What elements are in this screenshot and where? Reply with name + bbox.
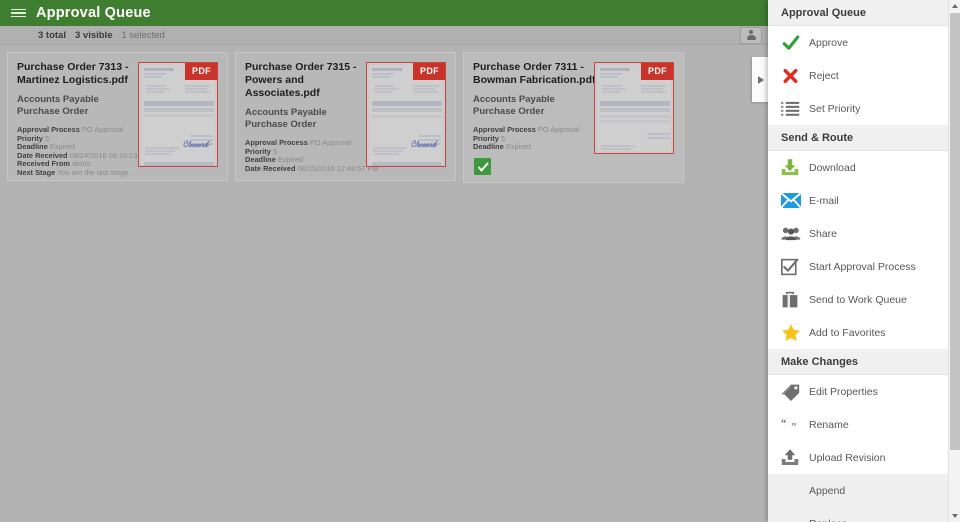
card-list: Purchase Order 7313 - Martinez Logistics…	[0, 46, 768, 522]
list-numbered-icon	[781, 101, 809, 117]
file-type-badge: PDF	[185, 63, 217, 80]
envelope-icon	[781, 193, 809, 208]
x-icon	[781, 67, 809, 85]
download-icon	[781, 159, 809, 176]
counts-group: 3 total 3 visible 1 selected	[38, 30, 165, 41]
menu-item-label: Download	[809, 161, 856, 174]
meta-value: You are the last stage.	[57, 167, 131, 177]
scrollbar-thumb[interactable]	[950, 13, 960, 450]
briefcase-icon	[781, 291, 809, 309]
menu-item-edit-properties[interactable]: Edit Properties	[768, 375, 948, 408]
menu-item-label: Edit Properties	[809, 385, 878, 398]
document-thumbnail[interactable]: ᘛ𝓶𝓪𝓻𝓴 PDF	[366, 62, 446, 167]
page-title: Approval Queue	[36, 5, 151, 21]
card-department: Accounts Payable	[17, 94, 99, 105]
scroll-down-icon[interactable]	[949, 510, 960, 522]
menu-item-replace[interactable]: Replace	[768, 507, 948, 522]
menu-item-download[interactable]: Download	[768, 151, 948, 184]
card-title: Purchase Order 7313 - Martinez Logistics…	[17, 61, 129, 86]
section-header-send-route: Send & Route	[768, 125, 948, 151]
meta-value: PO Approval	[537, 125, 580, 134]
card-title: Purchase Order 7311 - Bowman Fabrication…	[473, 61, 596, 86]
meta-value: PO Approval	[309, 138, 352, 147]
meta-value: PO Approval	[81, 125, 124, 134]
actions-panel: Approval Queue Approve Reject Set Priori…	[768, 0, 960, 522]
card-metadata: Approval Process PO Approval Priority 5 …	[17, 125, 151, 178]
menu-item-label: Rename	[809, 418, 849, 431]
card-doc-type: Purchase Order	[17, 106, 89, 117]
hamburger-icon[interactable]	[0, 0, 36, 26]
card-department: Accounts Payable	[245, 107, 327, 118]
people-icon	[781, 226, 809, 241]
menu-item-label: Set Priority	[809, 102, 861, 115]
menu-item-set-priority[interactable]: Set Priority	[768, 92, 948, 125]
quotes-icon: “ ”	[781, 418, 809, 432]
document-thumbnail[interactable]: ᘛ𝓶𝓪𝓻𝓴 PDF	[138, 62, 218, 167]
meta-label: Date Received	[245, 163, 296, 173]
menu-item-label: Share	[809, 227, 838, 240]
menu-item-label: Append	[809, 484, 846, 497]
menu-item-share[interactable]: Share	[768, 217, 948, 250]
check-icon	[781, 34, 809, 52]
document-thumbnail[interactable]: PDF	[594, 62, 674, 154]
menu-item-label: Add to Favorites	[809, 326, 886, 339]
menu-item-label: Reject	[809, 69, 839, 82]
menu-item-add-to-favorites[interactable]: Add to Favorites	[768, 316, 948, 349]
menu-item-append[interactable]: Append	[768, 474, 948, 507]
app-header: Approval Queue	[0, 0, 768, 26]
count-selected: 1 selected	[121, 29, 165, 41]
tag-icon	[781, 383, 809, 401]
menu-item-label: Approve	[809, 36, 849, 49]
menu-item-label: Start Approval Process	[809, 260, 916, 273]
document-card[interactable]: Purchase Order 7311 - Bowman Fabrication…	[463, 52, 684, 183]
menu-item-label: Replace	[809, 518, 848, 522]
section-header-approval-queue: Approval Queue	[768, 0, 948, 26]
document-card[interactable]: Purchase Order 7315 - Powers and Associa…	[235, 52, 456, 181]
app-root: Approval Queue 3 total 3 visible 1 selec…	[0, 0, 960, 522]
toolbar-right-group	[740, 26, 762, 44]
menu-item-send-to-work-queue[interactable]: Send to Work Queue	[768, 283, 948, 316]
svg-text:”: ”	[791, 421, 797, 432]
card-department: Accounts Payable	[473, 94, 555, 105]
card-metadata: Approval Process PO Approval Priority 5 …	[245, 138, 379, 173]
count-total: 3 total	[38, 29, 66, 41]
section-header-make-changes: Make Changes	[768, 349, 948, 375]
card-title: Purchase Order 7315 - Powers and Associa…	[245, 61, 357, 99]
menu-item-label: E-mail	[809, 194, 839, 207]
menu-item-label: Upload Revision	[809, 451, 886, 464]
checkbox-pencil-icon	[781, 258, 809, 276]
menu-item-start-approval-process[interactable]: Start Approval Process	[768, 250, 948, 283]
star-icon	[781, 323, 809, 342]
file-type-badge: PDF	[413, 63, 445, 80]
scroll-up-icon[interactable]	[949, 0, 960, 12]
panel-scrollbar[interactable]	[948, 0, 960, 522]
card-selected-checkbox[interactable]	[474, 158, 491, 175]
menu-item-email[interactable]: E-mail	[768, 184, 948, 217]
svg-text:“: “	[781, 418, 787, 430]
file-type-badge: PDF	[641, 63, 673, 80]
menu-item-rename[interactable]: “ ” Rename	[768, 408, 948, 441]
menu-item-reject[interactable]: Reject	[768, 59, 948, 92]
menu-item-upload-revision[interactable]: Upload Revision	[768, 441, 948, 474]
status-toolbar: 3 total 3 visible 1 selected	[0, 26, 768, 45]
meta-label: Next Stage	[17, 167, 56, 177]
upload-icon	[781, 449, 809, 466]
document-card[interactable]: Purchase Order 7313 - Martinez Logistics…	[7, 52, 228, 181]
menu-item-approve[interactable]: Approve	[768, 26, 948, 59]
meta-value: Expired	[505, 142, 531, 152]
menu-item-label: Send to Work Queue	[809, 293, 907, 306]
count-visible: 3 visible	[74, 29, 113, 41]
card-doc-type: Purchase Order	[245, 119, 317, 130]
card-metadata: Approval Process PO Approval Priority 5 …	[473, 125, 601, 152]
user-icon[interactable]	[740, 26, 762, 44]
card-doc-type: Purchase Order	[473, 106, 545, 117]
chevron-right-icon	[758, 75, 764, 84]
meta-label: Deadline	[473, 142, 504, 152]
